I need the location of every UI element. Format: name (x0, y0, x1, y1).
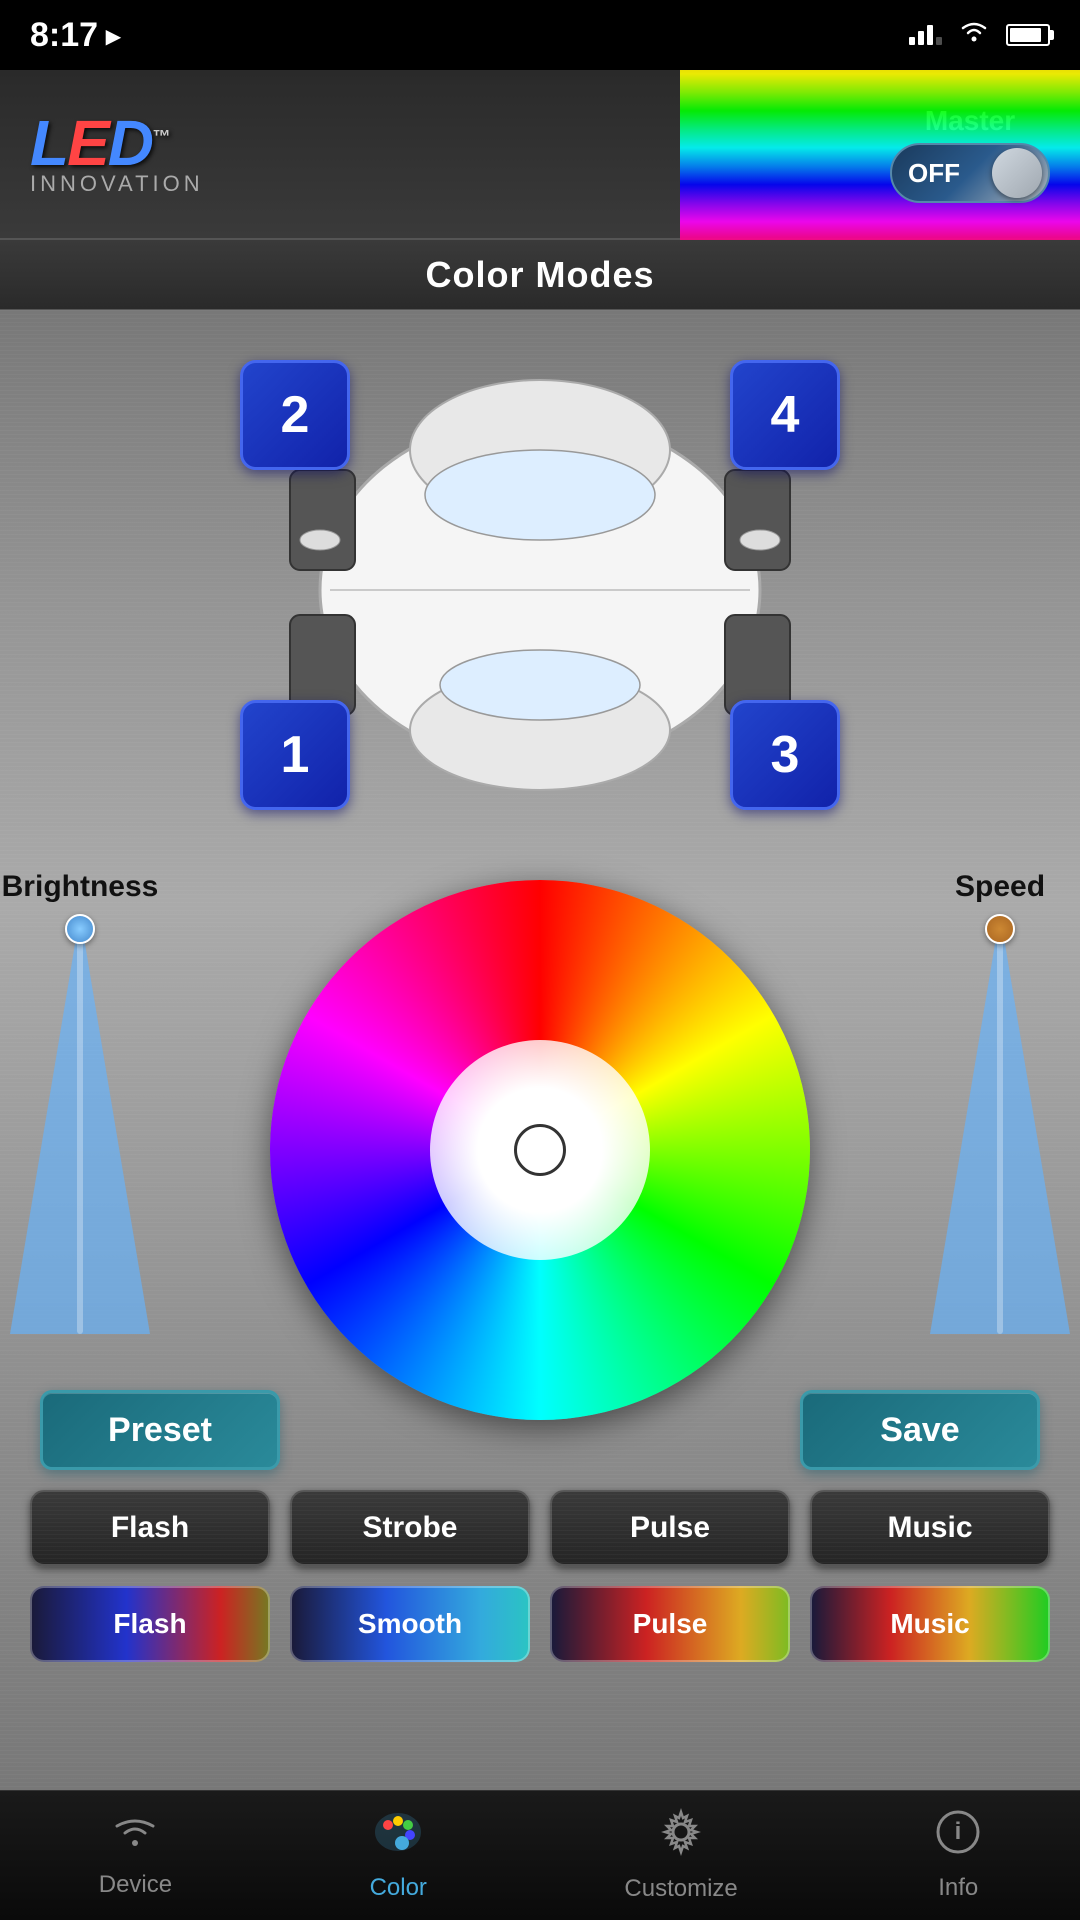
master-toggle[interactable]: OFF (890, 143, 1050, 203)
nav-color[interactable]: Color (340, 1799, 457, 1912)
color-modes-title: Color Modes (425, 254, 654, 296)
navigation-arrow-icon: ▸ (106, 19, 120, 52)
preset-save-row: Preset Save (0, 1370, 1080, 1490)
header: LED™ INNOVATION Master OFF (0, 70, 1080, 240)
color-wheel-container[interactable] (270, 880, 810, 1420)
speed-label: Speed (955, 870, 1045, 904)
speed-slider[interactable] (930, 914, 1070, 1334)
speed-section: Speed (920, 870, 1080, 1370)
color-palette-icon (372, 1809, 424, 1866)
color-modes-bar: Color Modes (0, 240, 1080, 310)
signal-icon (909, 25, 942, 45)
car-area: 2 4 1 3 (0, 310, 1080, 870)
logo-text: LED™ (30, 111, 168, 175)
logo-area: LED™ INNOVATION (30, 111, 204, 197)
preset-music-button[interactable]: Music (810, 1586, 1050, 1662)
time-display: 8:17 (30, 16, 98, 55)
preset-smooth-button[interactable]: Smooth (290, 1586, 530, 1662)
brightness-slider[interactable] (10, 914, 150, 1334)
preset-button[interactable]: Preset (40, 1390, 280, 1470)
zone-3-button[interactable]: 3 (730, 700, 840, 810)
speed-track (997, 914, 1003, 1334)
preset-flash-button[interactable]: Flash (30, 1586, 270, 1662)
master-toggle-label: OFF (908, 158, 960, 189)
nav-device[interactable]: Device (69, 1803, 202, 1909)
brightness-label: Brightness (2, 870, 159, 904)
status-time: 8:17 ▸ (30, 16, 120, 55)
nav-info-label: Info (938, 1874, 978, 1902)
main-content: 2 4 1 3 Brightness (0, 310, 1080, 1790)
nav-customize[interactable]: Customize (594, 1798, 767, 1913)
svg-text:i: i (955, 1818, 962, 1845)
device-wifi-icon (111, 1813, 159, 1863)
zone-4-button[interactable]: 4 (730, 360, 840, 470)
zone-4-label: 4 (771, 385, 800, 445)
save-button[interactable]: Save (800, 1390, 1040, 1470)
master-toggle-knob (992, 148, 1042, 198)
logo-d: D (108, 107, 152, 179)
info-icon: i (935, 1809, 981, 1866)
sliders-section: Brightness Speed (0, 870, 1080, 1370)
zone-1-label: 1 (281, 725, 310, 785)
nav-device-label: Device (99, 1871, 172, 1899)
zone-3-label: 3 (771, 725, 800, 785)
gear-icon (657, 1808, 705, 1867)
status-bar: 8:17 ▸ (0, 0, 1080, 70)
zone-1-button[interactable]: 1 (240, 700, 350, 810)
color-wheel-cursor (514, 1124, 566, 1176)
nav-color-label: Color (370, 1874, 427, 1902)
logo-tm: ™ (152, 127, 168, 147)
zone-2-label: 2 (281, 385, 310, 445)
brightness-track (77, 914, 83, 1334)
brightness-thumb[interactable] (65, 914, 95, 944)
strobe-mode-button[interactable]: Strobe (290, 1490, 530, 1566)
bottom-nav: Device Color Customize (0, 1790, 1080, 1920)
color-wheel-inner (430, 1040, 650, 1260)
color-wheel[interactable] (270, 880, 810, 1420)
logo-l: L (30, 107, 67, 179)
logo-e: E (67, 107, 108, 179)
nav-info[interactable]: i Info (905, 1799, 1011, 1912)
flash-mode-button[interactable]: Flash (30, 1490, 270, 1566)
mode-buttons-row: Flash Strobe Pulse Music (0, 1490, 1080, 1566)
logo-innovation: INNOVATION (30, 171, 204, 197)
status-icons (909, 20, 1050, 50)
battery-icon (1006, 24, 1050, 46)
car-diagram: 2 4 1 3 (190, 340, 890, 840)
nav-customize-label: Customize (624, 1875, 737, 1903)
wifi-signal-icon (958, 20, 990, 50)
preset-pulse-button[interactable]: Pulse (550, 1586, 790, 1662)
brightness-section: Brightness (0, 870, 160, 1370)
pulse-mode-button[interactable]: Pulse (550, 1490, 790, 1566)
zone-2-button[interactable]: 2 (240, 360, 350, 470)
speed-thumb[interactable] (985, 914, 1015, 944)
music-mode-button[interactable]: Music (810, 1490, 1050, 1566)
preset-buttons-row: Flash Smooth Pulse Music (0, 1586, 1080, 1662)
